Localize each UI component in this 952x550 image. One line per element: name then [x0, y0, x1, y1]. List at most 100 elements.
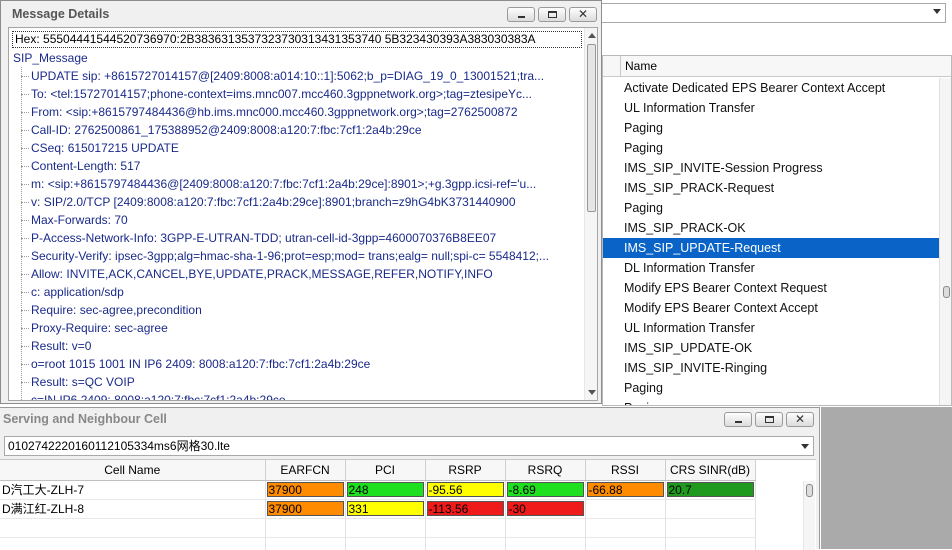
- message-list-item[interactable]: IMS_SIP_PRACK-OK: [603, 218, 939, 238]
- table-cell: -95.56: [425, 480, 506, 500]
- column-header[interactable]: RSRP: [425, 460, 506, 481]
- scrollbar-thumb[interactable]: [806, 484, 813, 497]
- column-header[interactable]: RSSI: [585, 460, 666, 481]
- table-cell: 20.7: [665, 480, 756, 500]
- cell-value: 37900: [266, 482, 344, 497]
- cell-grid: Cell Name EARFCN PCI RSRP RSRQ RSSI CRS SINR(d…: [0, 460, 756, 550]
- tree-item[interactable]: Call-ID: 2762500861_175388952@2409:8008:…: [21, 121, 581, 139]
- hex-line[interactable]: Hex: 55504441544520736970:2B383631353732…: [12, 31, 582, 48]
- column-header[interactable]: EARFCN: [265, 460, 346, 481]
- field-key: From:: [31, 105, 63, 119]
- message-list-item[interactable]: Paging: [603, 118, 939, 138]
- field-value: <sip:+8615797484436@hb.ims.mnc000.mcc460…: [65, 105, 518, 119]
- tree-item[interactable]: Max-Forwards: 70: [21, 211, 581, 229]
- message-list-item[interactable]: Paging: [603, 398, 939, 405]
- field-value: SIP/2.0/TCP [2409:8008:a120:7:fbc:7cf1:2…: [43, 195, 516, 209]
- close-button[interactable]: ✕: [569, 7, 597, 22]
- message-list-item[interactable]: IMS_SIP_INVITE-Ringing: [603, 358, 939, 378]
- scroll-down-icon[interactable]: [588, 390, 596, 395]
- tree-item[interactable]: c=IN IP6 2409: 8008:a120:7:fbc:7cf1:2a4b…: [21, 391, 581, 401]
- tree-item[interactable]: P-Access-Network-Info: 3GPP-E-UTRAN-TDD;…: [21, 229, 581, 247]
- tree-item[interactable]: UPDATE sip: +8615727014157@[2409:8008:a0…: [21, 67, 581, 85]
- tree-item[interactable]: c: application/sdp: [21, 283, 581, 301]
- top-dropdown[interactable]: [600, 3, 946, 23]
- window-title: Serving and Neighbour Cell: [3, 412, 167, 426]
- table-row[interactable]: D满江红-ZLH-8 37900 331 -113.56 -30: [0, 499, 756, 519]
- close-button[interactable]: ✕: [786, 412, 814, 427]
- column-header-name[interactable]: Name: [620, 56, 657, 77]
- table-row-empty: [0, 518, 756, 538]
- message-list-item[interactable]: Paging: [603, 198, 939, 218]
- table-cell: [265, 537, 346, 550]
- message-list-item[interactable]: IMS_SIP_PRACK-Request: [603, 178, 939, 198]
- tree-item[interactable]: Allow: INVITE,ACK,CANCEL,BYE,UPDATE,PRAC…: [21, 265, 581, 283]
- tree-item[interactable]: m: <sip:+8615797484436@[2409:8008:a120:7…: [21, 175, 581, 193]
- maximize-button[interactable]: [755, 412, 783, 427]
- tree-item[interactable]: To: <tel:15727014157;phone-context=ims.m…: [21, 85, 581, 103]
- tree-root[interactable]: SIP_Message: [13, 51, 88, 65]
- column-header[interactable]: CRS SINR(dB): [665, 460, 756, 481]
- message-list-scrollbar[interactable]: [939, 78, 951, 405]
- cell-name: D满江红-ZLH-8: [0, 499, 266, 519]
- file-select[interactable]: 0102742220160112105334ms6网格30.lte: [4, 436, 814, 456]
- table-row[interactable]: D汽工大-ZLH-7 37900 248 -95.56 -8.69 -66.88 20.7: [0, 480, 756, 500]
- tree-item[interactable]: v: SIP/2.0/TCP [2409:8008:a120:7:fbc:7cf…: [21, 193, 581, 211]
- table-cell: -8.69: [505, 480, 586, 500]
- message-list-item[interactable]: UL Information Transfer: [603, 98, 939, 118]
- tree-item[interactable]: Result: v=0: [21, 337, 581, 355]
- field-value: ipsec-3gpp;alg=hmac-sha-1-96;prot=esp;mo…: [115, 249, 549, 263]
- message-list-item[interactable]: IMS_SIP_INVITE-Session Progress: [603, 158, 939, 178]
- column-header[interactable]: PCI: [345, 460, 426, 481]
- tree-item[interactable]: From: <sip:+8615797484436@hb.ims.mnc000.…: [21, 103, 581, 121]
- table-cell: -113.56: [425, 499, 506, 519]
- cell-table-scrollbar[interactable]: [803, 481, 815, 550]
- field-key: Security-Verify:: [31, 249, 112, 263]
- field-value: sec-agree,precondition: [79, 303, 202, 317]
- file-name: 0102742220160112105334ms6网格30.lte: [8, 439, 230, 453]
- field-key: Proxy-Require:: [31, 321, 112, 335]
- message-list-item[interactable]: IMS_SIP_UPDATE-OK: [603, 338, 939, 358]
- field-value: 70: [114, 213, 128, 227]
- field-key: P-Access-Network-Info:: [31, 231, 158, 245]
- tree-item[interactable]: Require: sec-agree,precondition: [21, 301, 581, 319]
- window-title: Message Details: [12, 7, 110, 21]
- field-key: CSeq:: [31, 141, 65, 155]
- message-list-item[interactable]: Paging: [603, 138, 939, 158]
- empty-workspace: [821, 407, 952, 549]
- cell-value: -113.56: [426, 501, 504, 516]
- column-header[interactable]: Cell Name: [0, 460, 266, 481]
- tree-item[interactable]: Security-Verify: ipsec-3gpp;alg=hmac-sha…: [21, 247, 581, 265]
- field-key: Max-Forwards:: [31, 213, 112, 227]
- minimize-button[interactable]: [507, 7, 535, 22]
- message-list-item[interactable]: Modify EPS Bearer Context Request: [603, 278, 939, 298]
- message-list-item[interactable]: IMS_SIP_UPDATE-Request: [603, 238, 939, 258]
- message-list-item[interactable]: Paging: [603, 378, 939, 398]
- field-value: +8615727014157@[2409:8008:a014:10::1]:50…: [104, 69, 545, 83]
- column-header[interactable]: RSRQ: [505, 460, 586, 481]
- message-list-item[interactable]: Modify EPS Bearer Context Accept: [603, 298, 939, 318]
- cell-value: 37900: [266, 501, 344, 516]
- minimize-button[interactable]: [724, 412, 752, 427]
- field-key: Call-ID:: [31, 123, 72, 137]
- tree-item[interactable]: Result: s=QC VOIP: [21, 373, 581, 391]
- tree-item[interactable]: CSeq: 615017215 UPDATE: [21, 139, 581, 157]
- message-list[interactable]: Name Activate Dedicated EPS Bearer Conte…: [602, 55, 952, 406]
- tree-item[interactable]: o=root 1015 1001 IN IP6 2409: 8008:a120:…: [21, 355, 581, 373]
- message-list-item[interactable]: UL Information Transfer: [603, 318, 939, 338]
- details-scrollbar[interactable]: [584, 28, 597, 400]
- field-key: Result:: [31, 339, 69, 353]
- message-list-item[interactable]: DL Information Transfer: [603, 258, 939, 278]
- message-list-item[interactable]: Activate Dedicated EPS Bearer Context Ac…: [603, 78, 939, 98]
- message-tree[interactable]: Hex: 55504441544520736970:2B383631353732…: [8, 27, 598, 401]
- field-key: Allow:: [31, 267, 64, 281]
- scrollbar-thumb[interactable]: [587, 44, 596, 212]
- scrollbar-thumb[interactable]: [943, 286, 950, 298]
- field-key: c=IN IP6 2409:: [31, 393, 111, 401]
- field-value: 3GPP-E-UTRAN-TDD; utran-cell-id-3gpp=460…: [160, 231, 497, 245]
- maximize-button[interactable]: [538, 7, 566, 22]
- field-key: m:: [31, 177, 45, 191]
- tree-item[interactable]: Content-Length: 517: [21, 157, 581, 175]
- tree-item[interactable]: Proxy-Require: sec-agree: [21, 319, 581, 337]
- scroll-up-icon[interactable]: [588, 33, 596, 38]
- cell-table[interactable]: Cell Name EARFCN PCI RSRP RSRQ RSSI CRS SINR(d…: [0, 459, 816, 550]
